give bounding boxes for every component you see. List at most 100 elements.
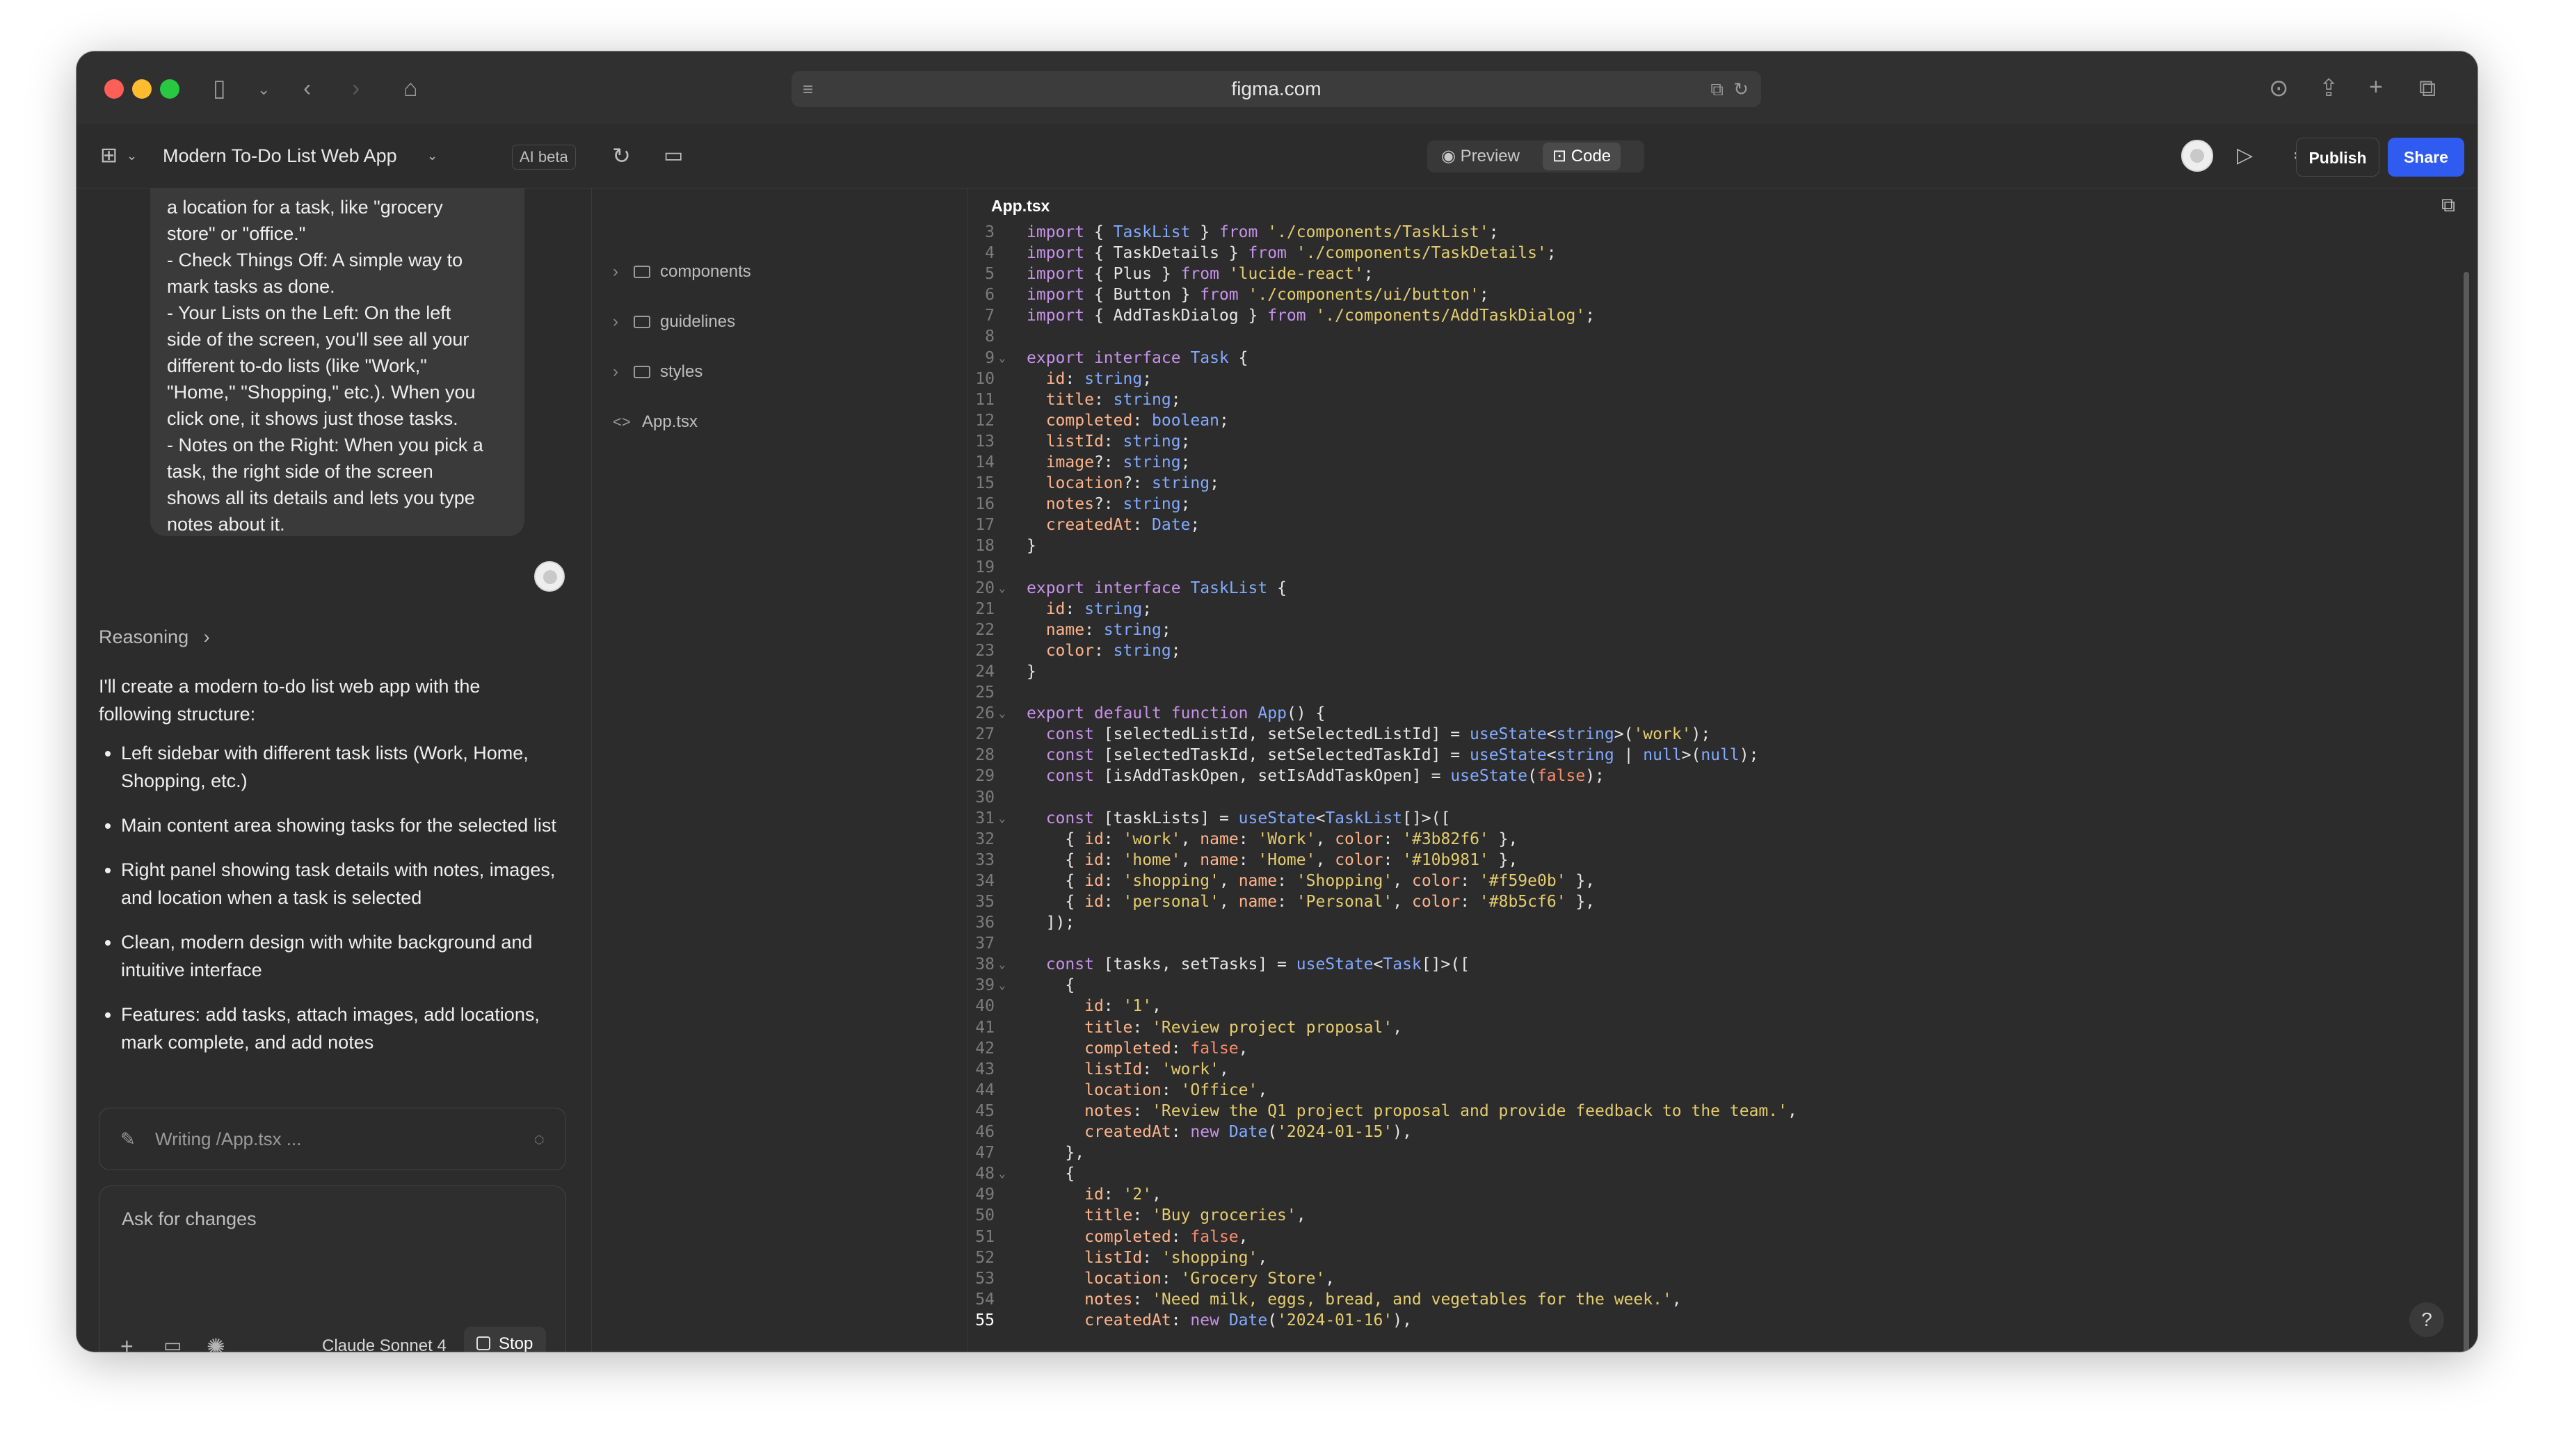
code-line[interactable]: 10 id: string; <box>968 369 2443 389</box>
code-line[interactable]: 51 completed: false, <box>968 1227 2443 1247</box>
open-external-icon[interactable]: ⧉ <box>2441 194 2455 217</box>
code-line[interactable]: 49 id: '2', <box>968 1184 2443 1205</box>
help-button[interactable]: ? <box>2409 1302 2444 1337</box>
project-chevron-icon[interactable]: ⌄ <box>427 124 437 188</box>
downloads-icon[interactable]: ⊙ <box>2269 76 2289 100</box>
share-page-icon[interactable]: ⇪ <box>2319 76 2339 100</box>
code-line[interactable]: 31 ⌄ const [taskLists] = useState<TaskLis… <box>968 808 2443 829</box>
tree-folder-components[interactable]: › components <box>613 262 751 282</box>
forward-arrow-icon[interactable]: › <box>352 76 360 100</box>
fold-chevron-icon[interactable]: ⌄ <box>999 975 1006 996</box>
book-icon[interactable]: ▭ <box>163 1334 182 1352</box>
code-line[interactable]: 21 id: string; <box>968 599 2443 620</box>
translate-icon[interactable]: ⧉ <box>1710 71 1724 107</box>
figma-menu-icon[interactable]: ⊞ <box>100 124 118 188</box>
editor-tab[interactable]: App.tsx <box>991 197 1050 216</box>
code-line[interactable]: 35 { id: 'personal', name: 'Personal', c… <box>968 891 2443 912</box>
code-line[interactable]: 8 <box>968 326 2443 347</box>
fold-chevron-icon[interactable]: ⌄ <box>999 578 1006 599</box>
publish-button[interactable]: Publish <box>2296 138 2379 177</box>
back-arrow-icon[interactable]: ‹ <box>303 76 311 100</box>
tree-folder-guidelines[interactable]: › guidelines <box>613 312 735 332</box>
sidebar-toggle-icon[interactable]: ▯ <box>213 76 226 100</box>
close-window-button[interactable] <box>104 79 124 99</box>
code-line[interactable]: 14 image?: string; <box>968 452 2443 473</box>
code-line[interactable]: 30 <box>968 787 2443 808</box>
reasoning-toggle[interactable]: Reasoning › <box>99 626 210 648</box>
code-line[interactable]: 39 ⌄ { <box>968 975 2443 996</box>
code-line[interactable]: 6 import { Button } from './components/ui… <box>968 284 2443 305</box>
reload-icon[interactable]: ↻ <box>1733 71 1749 107</box>
code-line[interactable]: 19 <box>968 557 2443 578</box>
code-line[interactable]: 50 title: 'Buy groceries', <box>968 1205 2443 1226</box>
code-line[interactable]: 32 { id: 'work', name: 'Work', color: '#… <box>968 829 2443 850</box>
code-line[interactable]: 20 ⌄ export interface TaskList { <box>968 578 2443 599</box>
page-settings-icon[interactable]: ≡ <box>803 71 813 107</box>
zoom-window-button[interactable] <box>160 79 179 99</box>
code-line[interactable]: 9 ⌄ export interface Task { <box>968 348 2443 369</box>
code-line[interactable]: 27 const [selectedListId, setSelectedLis… <box>968 724 2443 745</box>
tab-preview[interactable]: ◉ Preview <box>1431 143 1529 170</box>
code-line[interactable]: 38 ⌄ const [tasks, setTasks] = useState<T… <box>968 954 2443 975</box>
add-icon[interactable]: + <box>120 1334 134 1352</box>
code-line[interactable]: 41 title: 'Review project proposal', <box>968 1017 2443 1038</box>
code-line[interactable]: 47 }, <box>968 1142 2443 1163</box>
editor-scrollbar[interactable] <box>2464 272 2469 1352</box>
code-line[interactable]: 15 location?: string; <box>968 473 2443 494</box>
chat-input[interactable]: Ask for changes + ▭ ✺ Claude Sonnet 4 St… <box>99 1186 566 1352</box>
tree-file-app[interactable]: <> App.tsx <box>613 412 698 432</box>
fold-chevron-icon[interactable]: ⌄ <box>999 348 1006 369</box>
code-line[interactable]: 25 <box>968 682 2443 703</box>
code-line[interactable]: 34 { id: 'shopping', name: 'Shopping', c… <box>968 871 2443 891</box>
tree-folder-styles[interactable]: › styles <box>613 362 702 382</box>
code-line[interactable]: 26 ⌄ export default function App() { <box>968 703 2443 724</box>
chevron-down-icon[interactable]: ⌄ <box>257 78 270 102</box>
code-line[interactable]: 4 import { TaskDetails } from './componen… <box>968 243 2443 264</box>
fold-chevron-icon[interactable]: ⌄ <box>999 954 1006 975</box>
code-line[interactable]: 17 createdAt: Date; <box>968 515 2443 535</box>
code-line[interactable]: 42 completed: false, <box>968 1038 2443 1059</box>
code-line[interactable]: 24} <box>968 661 2443 682</box>
fold-chevron-icon[interactable]: ⌄ <box>999 1163 1006 1184</box>
code-line[interactable]: 52 listId: 'shopping', <box>968 1247 2443 1268</box>
fold-chevron-icon[interactable]: ⌄ <box>999 703 1006 724</box>
code-line[interactable]: 22 name: string; <box>968 620 2443 640</box>
menu-chevron-icon[interactable]: ⌄ <box>127 124 137 188</box>
code-line[interactable]: 18} <box>968 535 2443 556</box>
fold-chevron-icon[interactable]: ⌄ <box>999 808 1006 829</box>
code-line[interactable]: 36 ]); <box>968 912 2443 933</box>
magic-icon[interactable]: ✺ <box>207 1334 225 1352</box>
home-icon[interactable]: ⌂ <box>403 76 418 100</box>
address-bar[interactable]: ≡ figma.com ⧉ ↻ <box>792 71 1761 107</box>
code-line[interactable]: 53 location: 'Grocery Store', <box>968 1268 2443 1289</box>
code-line[interactable]: 29 const [isAddTaskOpen, setIsAddTaskOpe… <box>968 766 2443 786</box>
refresh-icon[interactable]: ↻ <box>612 124 631 188</box>
stop-button[interactable]: Stop <box>464 1327 546 1352</box>
code-line[interactable]: 46 createdAt: new Date('2024-01-15'), <box>968 1122 2443 1142</box>
code-line[interactable]: 28 const [selectedTaskId, setSelectedTas… <box>968 745 2443 766</box>
tab-overview-icon[interactable]: ⧉ <box>2419 76 2436 100</box>
project-title[interactable]: Modern To-Do List Web App <box>163 124 397 188</box>
code-line[interactable]: 23 color: string; <box>968 640 2443 661</box>
code-line[interactable]: 37 <box>968 933 2443 954</box>
code-line[interactable]: 11 title: string; <box>968 389 2443 410</box>
code-line[interactable]: 55 createdAt: new Date('2024-01-16'), <box>968 1310 2443 1331</box>
model-selector[interactable]: Claude Sonnet 4 <box>322 1336 447 1352</box>
code-line[interactable]: 44 location: 'Office', <box>968 1080 2443 1101</box>
panel-layout-icon[interactable]: ▭ <box>664 124 683 188</box>
code-line[interactable]: 40 id: '1', <box>968 996 2443 1017</box>
code-line[interactable]: 43 listId: 'work', <box>968 1059 2443 1080</box>
code-line[interactable]: 45 notes: 'Review the Q1 project proposa… <box>968 1101 2443 1122</box>
code-line[interactable]: 3 import { TaskList } from './components/… <box>968 222 2443 243</box>
play-icon[interactable]: ▷ <box>2237 124 2253 188</box>
code-line[interactable]: 48 ⌄ { <box>968 1163 2443 1184</box>
code-line[interactable]: 7 import { AddTaskDialog } from './compon… <box>968 305 2443 326</box>
minimize-window-button[interactable] <box>132 79 152 99</box>
code-line[interactable]: 13 listId: string; <box>968 431 2443 452</box>
share-button[interactable]: Share <box>2388 138 2464 177</box>
new-tab-icon[interactable]: + <box>2369 75 2383 99</box>
avatar[interactable] <box>2181 140 2213 172</box>
code-line[interactable]: 5 import { Plus } from 'lucide-react'; <box>968 264 2443 284</box>
code-line[interactable]: 54 notes: 'Need milk, eggs, bread, and v… <box>968 1289 2443 1310</box>
tab-code[interactable]: ⊡ Code <box>1543 143 1621 170</box>
